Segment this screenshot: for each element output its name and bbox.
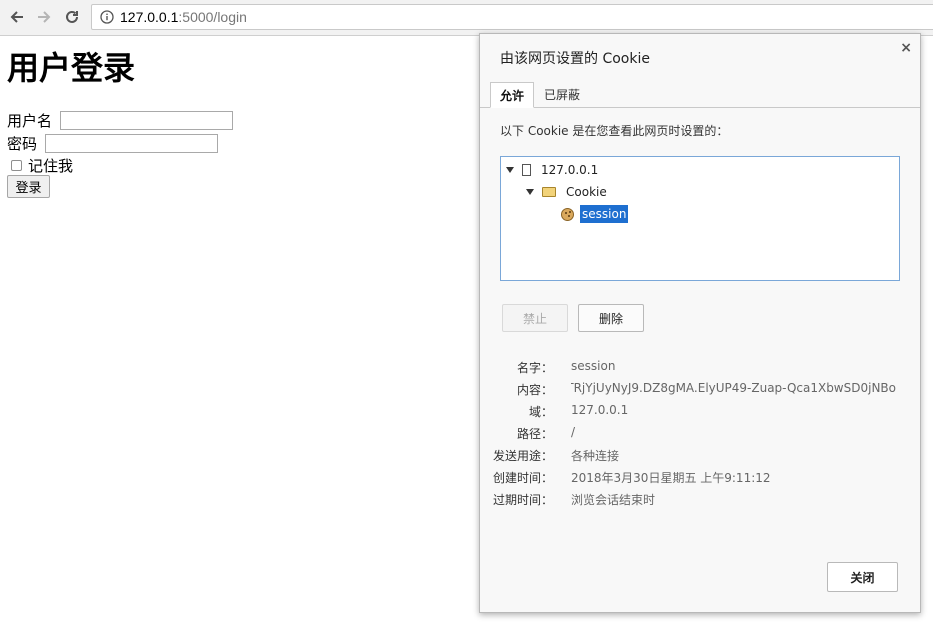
- address-bar[interactable]: 127.0.0.1:5000/login: [91, 4, 933, 30]
- url-host: 127.0.0.1: [120, 9, 179, 25]
- login-button[interactable]: 登录: [7, 175, 50, 198]
- folder-icon: [542, 187, 556, 197]
- remember-label: 记住我: [28, 157, 74, 175]
- detail-label: 内容：: [516, 383, 553, 397]
- detail-label: 发送用途：: [492, 449, 553, 463]
- reload-icon[interactable]: [62, 7, 82, 27]
- detail-label: 名字：: [516, 361, 553, 375]
- file-icon: [522, 164, 531, 176]
- url-text: 127.0.0.1:5000/login: [120, 9, 247, 25]
- username-label: 用户名: [7, 112, 53, 130]
- detail-row-send-for: 发送用途： 各种连接: [480, 447, 920, 467]
- tree-cookie-row[interactable]: session: [561, 205, 629, 223]
- detail-row-name: 名字： session: [480, 359, 920, 379]
- tree-folder-row[interactable]: Cookie: [526, 185, 607, 199]
- back-arrow-icon[interactable]: [7, 7, 27, 27]
- dialog-description: 以下 Cookie 是在您查看此网页时设置的：: [500, 124, 729, 138]
- detail-value: session: [571, 359, 616, 373]
- info-icon[interactable]: [100, 10, 114, 24]
- browser-toolbar: 127.0.0.1:5000/login: [0, 0, 933, 36]
- detail-row-expires: 过期时间： 浏览会话结束时: [480, 491, 920, 511]
- detail-value: eyJfZnJlc2giOmZhbHNlLCJjc3JmX3Rva2VuIjoi…: [571, 381, 896, 395]
- password-input[interactable]: [44, 134, 218, 153]
- detail-label: 域：: [528, 405, 553, 419]
- detail-label: 过期时间：: [492, 493, 553, 507]
- detail-label: 路径：: [516, 427, 553, 441]
- tree-host-row[interactable]: 127.0.0.1: [506, 163, 598, 177]
- tree-cookie-label[interactable]: session: [580, 205, 629, 223]
- tree-host-label: 127.0.0.1: [541, 163, 599, 177]
- detail-value: 127.0.0.1: [571, 403, 629, 417]
- delete-button[interactable]: 删除: [578, 304, 644, 332]
- detail-value: /: [571, 425, 576, 439]
- detail-value: 各种连接: [571, 449, 620, 463]
- cookie-tree[interactable]: 127.0.0.1 Cookie session: [500, 156, 900, 281]
- page-title: 用户登录: [7, 49, 136, 87]
- tab-allowed[interactable]: 允许: [490, 82, 535, 108]
- detail-row-content: 内容： eyJfZnJlc2giOmZhbHNlLCJjc3JmX3Rva2Vu…: [480, 381, 920, 401]
- remember-checkbox[interactable]: [11, 160, 22, 171]
- detail-value: 浏览会话结束时: [571, 493, 656, 507]
- username-input[interactable]: [59, 111, 233, 130]
- tab-blocked[interactable]: 已屏蔽: [535, 82, 589, 108]
- remember-row: 记住我: [7, 155, 73, 176]
- password-row: 密码: [7, 133, 218, 154]
- url-path: :5000/login: [178, 9, 247, 25]
- detail-value: 2018年3月30日星期五 上午9:11:12: [571, 471, 771, 485]
- forward-arrow-icon[interactable]: [34, 7, 54, 27]
- dialog-title: 由该网页设置的 Cookie: [500, 51, 650, 67]
- detail-row-domain: 域： 127.0.0.1: [480, 403, 920, 423]
- close-button[interactable]: 关闭: [827, 562, 898, 592]
- dialog-tabs: 允许 已屏蔽: [480, 80, 920, 108]
- close-icon[interactable]: ×: [900, 40, 912, 56]
- detail-label: 创建时间：: [492, 471, 553, 485]
- block-button[interactable]: 禁止: [502, 304, 568, 332]
- expand-triangle-icon[interactable]: [526, 189, 534, 195]
- password-label: 密码: [7, 135, 38, 153]
- cookie-icon: [561, 207, 574, 221]
- detail-row-path: 路径： /: [480, 425, 920, 445]
- detail-row-created: 创建时间： 2018年3月30日星期五 上午9:11:12: [480, 469, 920, 489]
- expand-triangle-icon[interactable]: [506, 167, 514, 173]
- tree-folder-label: Cookie: [566, 185, 607, 199]
- username-row: 用户名: [7, 110, 233, 131]
- cookie-dialog: 由该网页设置的 Cookie × 允许 已屏蔽 以下 Cookie 是在您查看此…: [479, 33, 921, 613]
